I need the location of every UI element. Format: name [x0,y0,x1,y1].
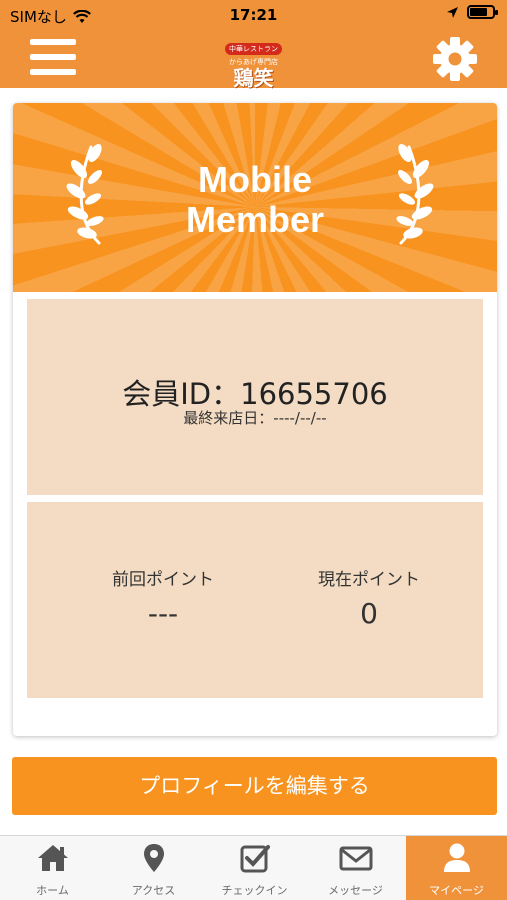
tab-mypage-label: マイページ [429,884,484,897]
map-pin-icon [143,844,164,872]
tab-access[interactable]: アクセス [103,836,204,900]
tab-mypage[interactable]: マイページ [406,836,507,900]
tab-bar: ホーム アクセス チェックイン メッセージ マイページ [0,835,507,900]
person-icon [443,843,470,872]
member-info-panel: 会員ID：16655706 最終来店日：----/--/-- [27,299,483,495]
logo-badge: 中華レストラン [225,43,282,55]
previous-points-label: 前回ポイント [112,570,214,590]
tab-checkin[interactable]: チェックイン [204,836,305,900]
tab-access-label: アクセス [131,884,176,897]
member-card: Mobile Member 会員ID：16655706 最終来店日：----/-… [13,103,497,736]
member-banner: Mobile Member [13,103,497,292]
envelope-icon [339,846,372,871]
brand-logo: 中華レストラン からあげ専門店 鶏笑 [214,36,294,89]
menu-button[interactable] [30,39,76,77]
status-time: 17:21 [229,6,278,24]
tab-message[interactable]: メッセージ [305,836,406,900]
battery-icon [467,5,498,19]
location-arrow-icon [447,6,458,18]
current-points-value: 0 [360,597,378,630]
points-panel: 前回ポイント --- 現在ポイント 0 [27,502,483,698]
checkbox-icon [240,845,270,873]
gear-icon[interactable] [431,35,479,83]
tab-home[interactable]: ホーム [2,836,103,900]
last-visit-date: 最終来店日：----/--/-- [183,409,327,427]
edit-profile-button[interactable]: プロフィールを編集する [12,757,497,815]
app-header: 中華レストラン からあげ専門店 鶏笑 [0,30,507,89]
logo-name: 鶏笑 [233,66,274,90]
tab-message-label: メッセージ [328,884,383,897]
status-bar: SIMなし 17:21 [0,0,507,30]
tab-checkin-label: チェックイン [221,884,288,897]
current-points-label: 現在ポイント [318,570,420,590]
hamburger-icon [30,39,76,45]
laurel-right-icon [396,143,434,245]
home-icon [37,845,68,871]
previous-points-value: --- [147,597,179,630]
tab-home-label: ホーム [36,884,69,897]
